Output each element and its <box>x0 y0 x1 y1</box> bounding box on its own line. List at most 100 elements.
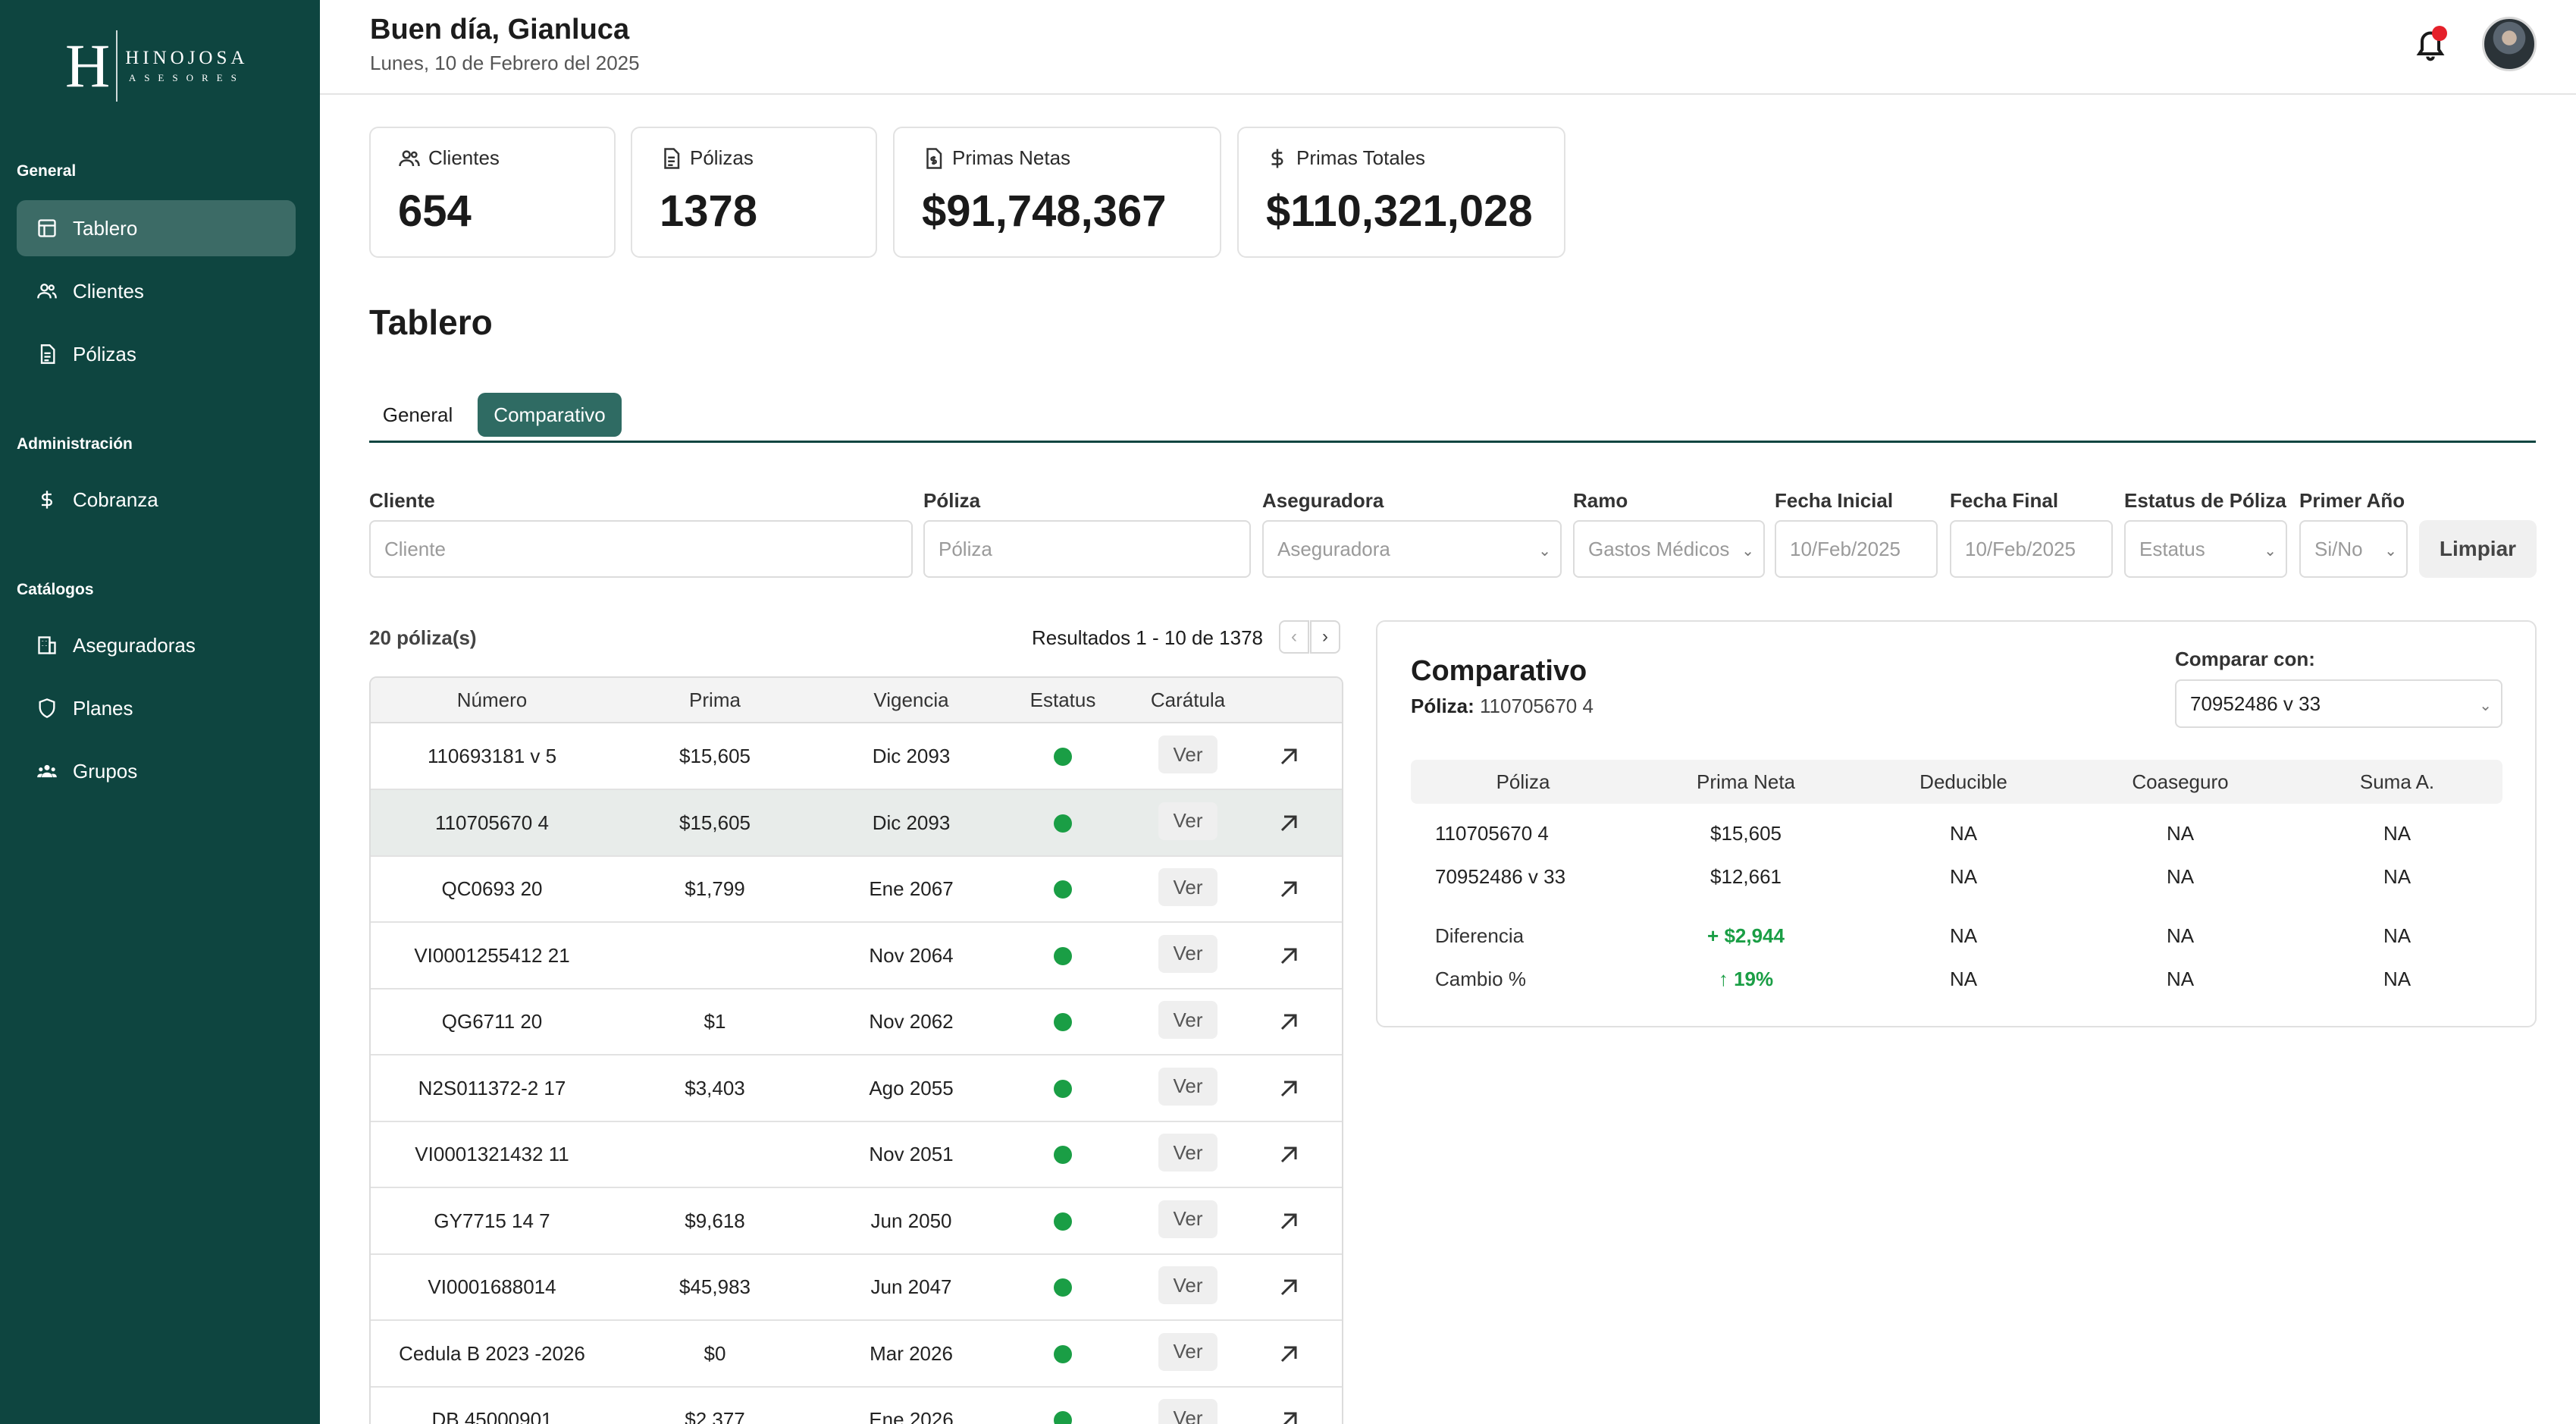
cmp-row-prima: $12,661 <box>1710 865 1782 888</box>
view-caratula-button[interactable]: Ver <box>1158 1200 1217 1238</box>
clear-filters-button[interactable]: Limpiar <box>2419 520 2537 578</box>
open-external-icon[interactable] <box>1275 1208 1302 1235</box>
view-caratula-button[interactable]: Ver <box>1158 934 1217 973</box>
estatus-select[interactable]: Estatus ⌄ <box>2124 520 2287 578</box>
diff-prima: + $2,944 <box>1707 924 1785 947</box>
cell-vigencia: Dic 2093 <box>872 745 951 767</box>
status-dot <box>1054 748 1072 766</box>
cell-numero: 110693181 v 5 <box>427 745 557 767</box>
table-row[interactable]: QG6711 20 $1 Nov 2062 Ver <box>371 989 1342 1055</box>
fecha-inicial-input[interactable]: 10/Feb/2025 <box>1775 520 1938 578</box>
column-header: Prima Neta <box>1696 770 1796 793</box>
aseguradora-select[interactable]: Aseguradora ⌄ <box>1262 520 1562 578</box>
comparativo-policy-label: Póliza: <box>1411 695 1474 717</box>
view-caratula-button[interactable]: Ver <box>1158 868 1217 906</box>
stat-value: 1378 <box>660 187 758 236</box>
filter-label-poliza: Póliza <box>923 489 981 512</box>
cell-vigencia: Mar 2026 <box>870 1341 953 1365</box>
comparativo-title: Comparativo <box>1411 655 1587 687</box>
document-dollar-icon <box>926 147 942 169</box>
cliente-input[interactable]: Cliente <box>369 520 913 578</box>
document-icon <box>664 147 680 169</box>
table-row[interactable]: VI0001688014 $45,983 Jun 2047 Ver <box>371 1254 1342 1321</box>
table-row[interactable]: 110693181 v 5 $15,605 Dic 2093 Ver <box>371 723 1342 790</box>
cmp-row-prima: $15,605 <box>1710 822 1782 845</box>
open-external-icon[interactable] <box>1275 810 1302 837</box>
open-external-icon[interactable] <box>1275 1141 1302 1168</box>
cell-prima: $2,377 <box>685 1408 745 1424</box>
view-caratula-button[interactable]: Ver <box>1158 1001 1217 1039</box>
poliza-input[interactable]: Póliza <box>923 520 1251 578</box>
open-external-icon[interactable] <box>1275 1274 1302 1301</box>
next-page-button[interactable]: › <box>1310 620 1340 654</box>
ramo-select[interactable]: Gastos Médicos ⌄ <box>1573 520 1765 578</box>
table-row[interactable]: Cedula B 2023 -2026 $0 Mar 2026 Ver <box>371 1321 1342 1388</box>
cell-prima: $1 <box>704 1010 726 1033</box>
sidebar-item-label: Cobranza <box>73 488 158 511</box>
table-row[interactable]: GY7715 14 7 $9,618 Jun 2050 Ver <box>371 1188 1342 1255</box>
user-avatar[interactable] <box>2482 17 2537 71</box>
stat-card-primas-netas: Primas Netas $91,748,367 <box>893 127 1221 258</box>
prev-page-button[interactable]: ‹ <box>1279 620 1309 654</box>
estatus-select-value: Estatus <box>2139 537 2205 560</box>
open-external-icon[interactable] <box>1275 1341 1302 1368</box>
sidebar: H HINOJOSA ASESORES General Tablero Clie… <box>0 0 320 1424</box>
cell-numero: DB 45000901 <box>431 1408 553 1424</box>
table-row[interactable]: N2S011372-2 17 $3,403 Ago 2055 Ver <box>371 1055 1342 1122</box>
brand-logo[interactable]: H HINOJOSA ASESORES <box>65 30 248 102</box>
tab-comparativo[interactable]: Comparativo <box>478 393 622 437</box>
cell-prima: $0 <box>704 1341 726 1365</box>
sidebar-item-aseguradoras[interactable]: Aseguradoras <box>17 617 296 673</box>
dollar-icon <box>35 488 59 512</box>
view-caratula-button[interactable]: Ver <box>1158 801 1217 840</box>
sidebar-item-grupos[interactable]: Grupos <box>17 743 296 799</box>
shield-icon <box>35 696 59 720</box>
table-row[interactable]: QC0693 20 $1,799 Ene 2067 Ver <box>371 856 1342 923</box>
stat-label-text: Primas Netas <box>952 146 1071 169</box>
open-external-icon[interactable] <box>1275 1008 1302 1036</box>
table-header: Número Prima Vigencia Estatus Carátula <box>371 678 1342 723</box>
sidebar-item-cobranza[interactable]: Cobranza <box>17 472 296 528</box>
tab-general[interactable]: General <box>369 393 466 437</box>
comparativo-policy-value: 110705670 4 <box>1480 695 1594 717</box>
table-row[interactable]: VI0001255412 21 Nov 2064 Ver <box>371 923 1342 990</box>
stat-value: 654 <box>398 187 472 236</box>
status-dot <box>1054 1344 1072 1363</box>
view-caratula-button[interactable]: Ver <box>1158 1134 1217 1172</box>
table-row[interactable]: 110705670 4 $15,605 Dic 2093 Ver <box>371 789 1342 857</box>
change-prima: ↑ 19% <box>1718 968 1774 990</box>
sidebar-item-tablero[interactable]: Tablero <box>17 200 296 256</box>
stat-label: Clientes <box>398 146 500 170</box>
sidebar-item-polizas[interactable]: Pólizas <box>17 326 296 382</box>
stat-label-text: Pólizas <box>690 146 754 169</box>
view-caratula-button[interactable]: Ver <box>1158 1067 1217 1106</box>
open-external-icon[interactable] <box>1275 1075 1302 1103</box>
table-row[interactable]: DB 45000901 $2,377 Ene 2026 Ver <box>371 1387 1342 1424</box>
primer-ano-select[interactable]: Si/No ⌄ <box>2299 520 2408 578</box>
open-external-icon[interactable] <box>1275 1407 1302 1424</box>
sidebar-item-planes[interactable]: Planes <box>17 680 296 736</box>
cmp-row-poliza: 70952486 v 33 <box>1435 865 1566 888</box>
sidebar-item-label: Planes <box>73 696 133 720</box>
logo-letter: H <box>65 31 111 100</box>
stat-card-primas-totales: Primas Totales $110,321,028 <box>1237 127 1565 258</box>
open-external-icon[interactable] <box>1275 943 1302 970</box>
change-suma: NA <box>2383 968 2411 990</box>
compare-with-select[interactable]: 70952486 v 33 ⌄ <box>2175 679 2502 728</box>
sidebar-item-label: Grupos <box>73 759 138 783</box>
compare-with-value: 70952486 v 33 <box>2190 692 2321 715</box>
table-row[interactable]: VI0001321432 11 Nov 2051 Ver <box>371 1121 1342 1188</box>
view-caratula-button[interactable]: Ver <box>1158 736 1217 773</box>
sidebar-item-clientes[interactable]: Clientes <box>17 263 296 319</box>
fecha-final-input[interactable]: 10/Feb/2025 <box>1950 520 2113 578</box>
view-caratula-button[interactable]: Ver <box>1158 1332 1217 1371</box>
comparativo-policy: Póliza: 110705670 4 <box>1411 695 1594 718</box>
open-external-icon[interactable] <box>1275 743 1302 770</box>
open-external-icon[interactable] <box>1275 876 1302 903</box>
view-caratula-button[interactable]: Ver <box>1158 1399 1217 1424</box>
column-header: Estatus <box>1029 688 1096 711</box>
notification-dot <box>2432 26 2447 41</box>
stat-label-text: Clientes <box>428 146 500 169</box>
policy-count: 20 póliza(s) <box>369 626 477 649</box>
view-caratula-button[interactable]: Ver <box>1158 1266 1217 1304</box>
